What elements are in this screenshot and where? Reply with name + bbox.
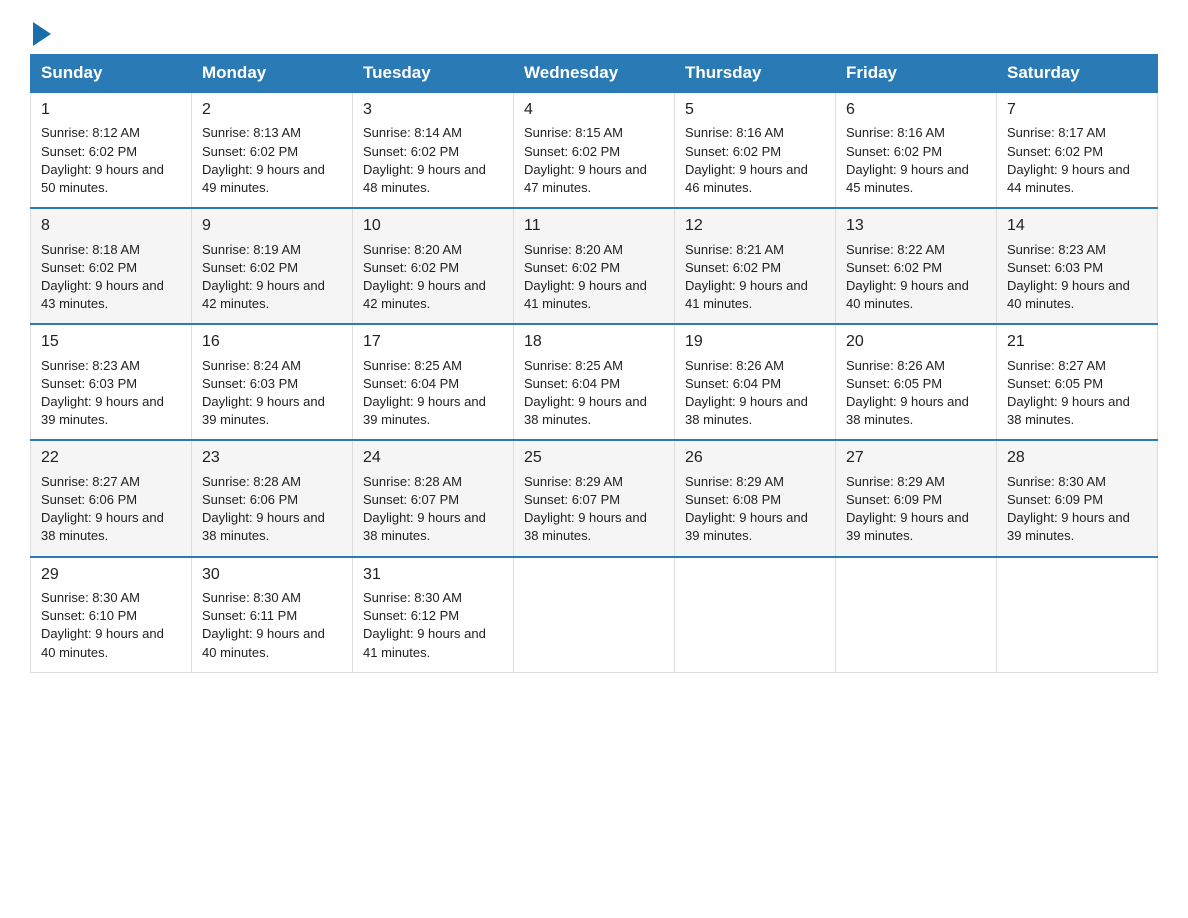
calendar-cell: 3Sunrise: 8:14 AMSunset: 6:02 PMDaylight… [353, 92, 514, 208]
day-number: 1 [41, 99, 181, 121]
calendar-cell: 28Sunrise: 8:30 AMSunset: 6:09 PMDayligh… [997, 440, 1158, 556]
calendar-cell: 9Sunrise: 8:19 AMSunset: 6:02 PMDaylight… [192, 208, 353, 324]
calendar-table: SundayMondayTuesdayWednesdayThursdayFrid… [30, 54, 1158, 673]
weekday-header-saturday: Saturday [997, 55, 1158, 93]
day-number: 12 [685, 215, 825, 237]
calendar-cell: 16Sunrise: 8:24 AMSunset: 6:03 PMDayligh… [192, 324, 353, 440]
day-number: 19 [685, 331, 825, 353]
calendar-cell: 22Sunrise: 8:27 AMSunset: 6:06 PMDayligh… [31, 440, 192, 556]
calendar-cell: 7Sunrise: 8:17 AMSunset: 6:02 PMDaylight… [997, 92, 1158, 208]
calendar-cell: 31Sunrise: 8:30 AMSunset: 6:12 PMDayligh… [353, 557, 514, 673]
calendar-cell: 24Sunrise: 8:28 AMSunset: 6:07 PMDayligh… [353, 440, 514, 556]
day-number: 31 [363, 564, 503, 586]
calendar-week-row: 29Sunrise: 8:30 AMSunset: 6:10 PMDayligh… [31, 557, 1158, 673]
day-number: 23 [202, 447, 342, 469]
calendar-cell: 12Sunrise: 8:21 AMSunset: 6:02 PMDayligh… [675, 208, 836, 324]
day-number: 9 [202, 215, 342, 237]
day-number: 27 [846, 447, 986, 469]
calendar-cell: 15Sunrise: 8:23 AMSunset: 6:03 PMDayligh… [31, 324, 192, 440]
day-number: 25 [524, 447, 664, 469]
day-number: 15 [41, 331, 181, 353]
calendar-cell: 14Sunrise: 8:23 AMSunset: 6:03 PMDayligh… [997, 208, 1158, 324]
day-number: 7 [1007, 99, 1147, 121]
weekday-header-thursday: Thursday [675, 55, 836, 93]
day-number: 6 [846, 99, 986, 121]
calendar-cell: 18Sunrise: 8:25 AMSunset: 6:04 PMDayligh… [514, 324, 675, 440]
day-number: 3 [363, 99, 503, 121]
day-number: 18 [524, 331, 664, 353]
calendar-cell [675, 557, 836, 673]
calendar-cell: 10Sunrise: 8:20 AMSunset: 6:02 PMDayligh… [353, 208, 514, 324]
weekday-header-monday: Monday [192, 55, 353, 93]
weekday-header-row: SundayMondayTuesdayWednesdayThursdayFrid… [31, 55, 1158, 93]
weekday-header-wednesday: Wednesday [514, 55, 675, 93]
calendar-cell: 20Sunrise: 8:26 AMSunset: 6:05 PMDayligh… [836, 324, 997, 440]
day-number: 14 [1007, 215, 1147, 237]
day-number: 28 [1007, 447, 1147, 469]
calendar-cell: 11Sunrise: 8:20 AMSunset: 6:02 PMDayligh… [514, 208, 675, 324]
calendar-cell: 26Sunrise: 8:29 AMSunset: 6:08 PMDayligh… [675, 440, 836, 556]
calendar-cell: 8Sunrise: 8:18 AMSunset: 6:02 PMDaylight… [31, 208, 192, 324]
calendar-cell: 2Sunrise: 8:13 AMSunset: 6:02 PMDaylight… [192, 92, 353, 208]
day-number: 30 [202, 564, 342, 586]
day-number: 13 [846, 215, 986, 237]
day-number: 22 [41, 447, 181, 469]
day-number: 11 [524, 215, 664, 237]
calendar-cell: 1Sunrise: 8:12 AMSunset: 6:02 PMDaylight… [31, 92, 192, 208]
day-number: 4 [524, 99, 664, 121]
calendar-cell: 23Sunrise: 8:28 AMSunset: 6:06 PMDayligh… [192, 440, 353, 556]
calendar-week-row: 22Sunrise: 8:27 AMSunset: 6:06 PMDayligh… [31, 440, 1158, 556]
weekday-header-sunday: Sunday [31, 55, 192, 93]
calendar-cell [836, 557, 997, 673]
calendar-cell: 27Sunrise: 8:29 AMSunset: 6:09 PMDayligh… [836, 440, 997, 556]
day-number: 21 [1007, 331, 1147, 353]
logo-arrow-icon [33, 22, 51, 46]
calendar-cell: 4Sunrise: 8:15 AMSunset: 6:02 PMDaylight… [514, 92, 675, 208]
day-number: 17 [363, 331, 503, 353]
calendar-week-row: 15Sunrise: 8:23 AMSunset: 6:03 PMDayligh… [31, 324, 1158, 440]
weekday-header-friday: Friday [836, 55, 997, 93]
day-number: 24 [363, 447, 503, 469]
calendar-cell [514, 557, 675, 673]
day-number: 8 [41, 215, 181, 237]
day-number: 10 [363, 215, 503, 237]
header [30, 20, 1158, 44]
calendar-week-row: 8Sunrise: 8:18 AMSunset: 6:02 PMDaylight… [31, 208, 1158, 324]
day-number: 16 [202, 331, 342, 353]
calendar-cell: 29Sunrise: 8:30 AMSunset: 6:10 PMDayligh… [31, 557, 192, 673]
calendar-cell: 19Sunrise: 8:26 AMSunset: 6:04 PMDayligh… [675, 324, 836, 440]
calendar-cell: 17Sunrise: 8:25 AMSunset: 6:04 PMDayligh… [353, 324, 514, 440]
calendar-cell: 6Sunrise: 8:16 AMSunset: 6:02 PMDaylight… [836, 92, 997, 208]
calendar-cell: 25Sunrise: 8:29 AMSunset: 6:07 PMDayligh… [514, 440, 675, 556]
calendar-week-row: 1Sunrise: 8:12 AMSunset: 6:02 PMDaylight… [31, 92, 1158, 208]
calendar-cell: 13Sunrise: 8:22 AMSunset: 6:02 PMDayligh… [836, 208, 997, 324]
day-number: 5 [685, 99, 825, 121]
day-number: 20 [846, 331, 986, 353]
logo [30, 20, 51, 44]
calendar-cell [997, 557, 1158, 673]
weekday-header-tuesday: Tuesday [353, 55, 514, 93]
day-number: 29 [41, 564, 181, 586]
day-number: 26 [685, 447, 825, 469]
calendar-cell: 5Sunrise: 8:16 AMSunset: 6:02 PMDaylight… [675, 92, 836, 208]
calendar-cell: 30Sunrise: 8:30 AMSunset: 6:11 PMDayligh… [192, 557, 353, 673]
day-number: 2 [202, 99, 342, 121]
calendar-cell: 21Sunrise: 8:27 AMSunset: 6:05 PMDayligh… [997, 324, 1158, 440]
